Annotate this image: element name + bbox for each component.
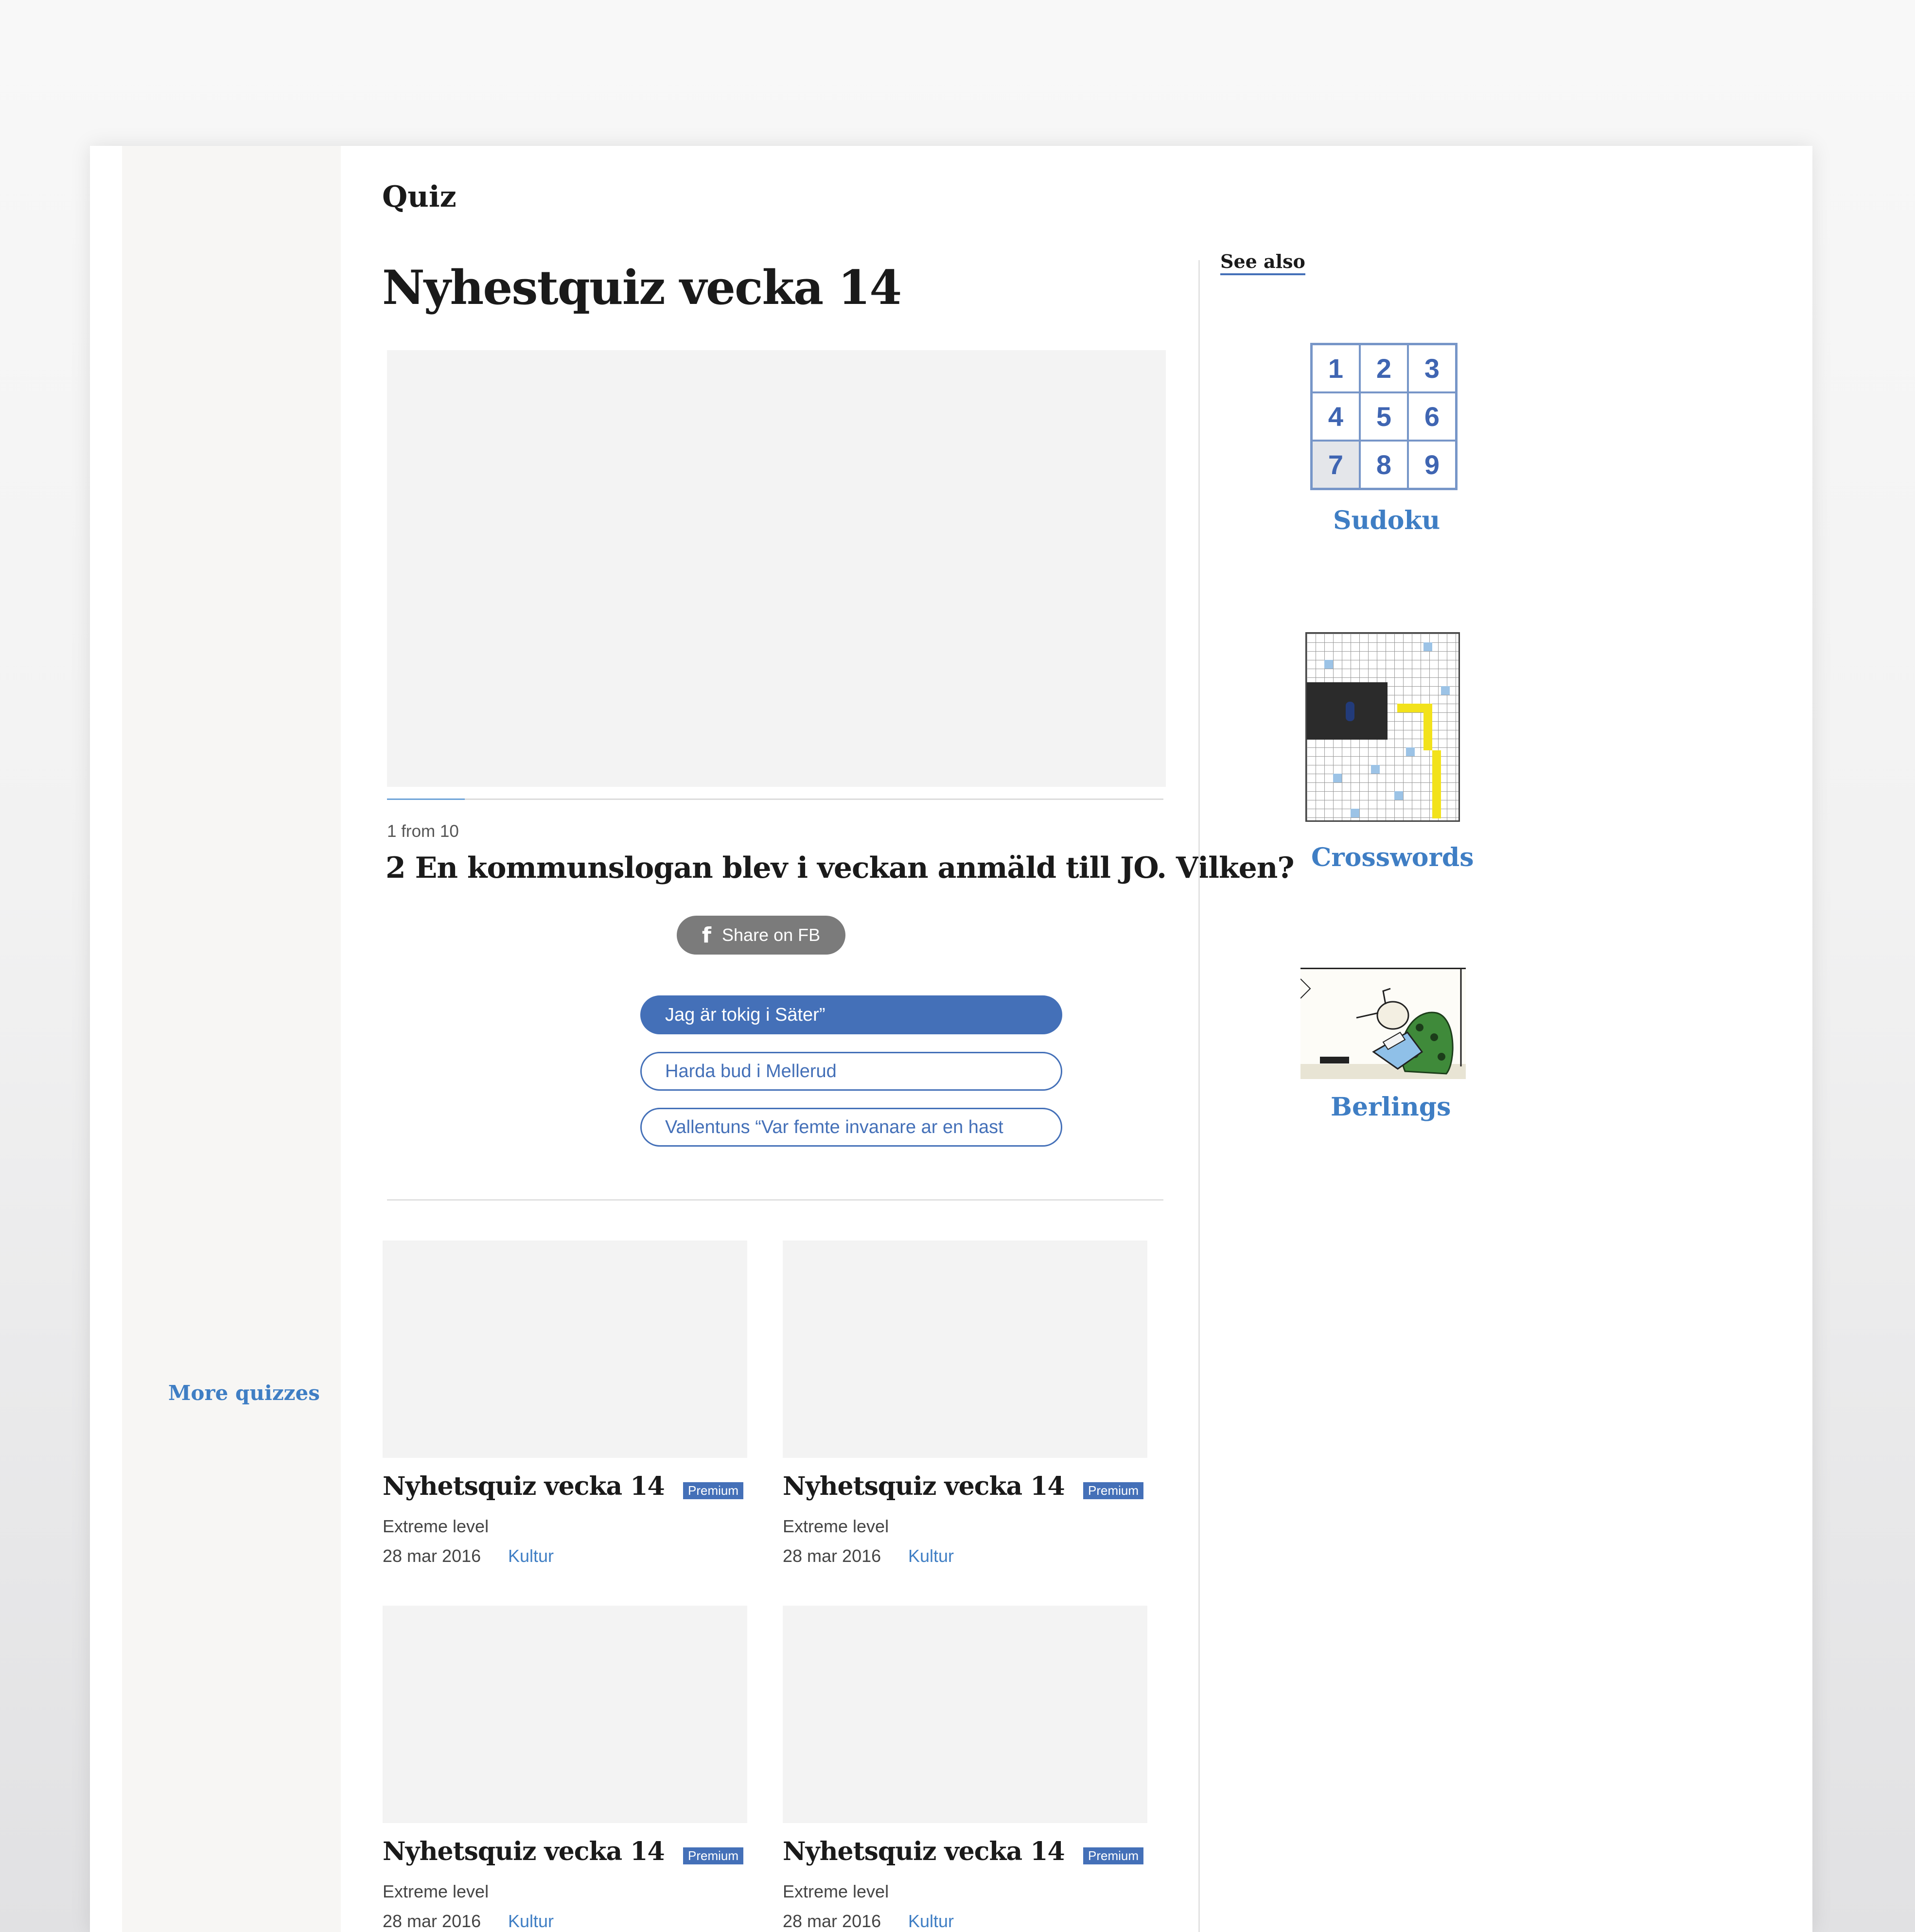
crossword-block — [1394, 791, 1403, 800]
more-quizzes-link[interactable]: More quizzes — [168, 1381, 320, 1405]
quiz-question: 2 En kommunslogan blev i veckan anmäld t… — [386, 851, 1295, 885]
quiz-card-thumbnail — [783, 1241, 1147, 1458]
sudoku-cell: 4 — [1312, 392, 1360, 441]
see-also-heading: See also — [1220, 250, 1305, 275]
sudoku-cell: 5 — [1360, 392, 1408, 441]
page-frame: More quizzes Quiz Nyhestquiz vecka 14 1 … — [90, 146, 1812, 1932]
quiz-card-category[interactable]: Kultur — [908, 1546, 954, 1566]
quiz-card-thumbnail — [383, 1241, 747, 1458]
sudoku-cell: 1 — [1312, 344, 1360, 392]
crossword-block — [1351, 809, 1359, 817]
answer-option-3[interactable]: Vallentuns “Var femte invanare ar en has… — [640, 1108, 1062, 1147]
section-title: Quiz — [382, 180, 457, 214]
sudoku-cell: 7 — [1312, 441, 1360, 489]
share-label: Share on FB — [722, 925, 821, 945]
quiz-progress-text: 1 from 10 — [387, 822, 459, 841]
quiz-card-title: Nyhetsquiz vecka 14 — [783, 1471, 1065, 1501]
crossword-thumbnail[interactable] — [1305, 632, 1460, 822]
berlings-comic-illustration — [1300, 969, 1466, 1079]
quiz-title: Nyhestquiz vecka 14 — [382, 260, 902, 315]
left-rail: More quizzes — [122, 146, 341, 1932]
sudoku-cell: 3 — [1408, 344, 1456, 392]
quiz-card-category[interactable]: Kultur — [508, 1546, 554, 1566]
quiz-card-title: Nyhetsquiz vecka 14 — [383, 1837, 665, 1866]
answer-option-1[interactable]: Jag är tokig i Säter” — [640, 995, 1062, 1034]
quiz-card-level: Extreme level — [383, 1881, 489, 1901]
quiz-card-level: Extreme level — [783, 1516, 889, 1536]
quiz-card-category[interactable]: Kultur — [908, 1911, 954, 1932]
berlings-comic-thumbnail[interactable] — [1300, 968, 1466, 1079]
quiz-card[interactable]: Nyhetsquiz vecka 14 Premium Extreme leve… — [783, 1241, 1147, 1591]
sudoku-cell: 6 — [1408, 392, 1456, 441]
crossword-highlight — [1432, 750, 1441, 818]
quiz-card-category[interactable]: Kultur — [508, 1911, 554, 1932]
sudoku-cell: 2 — [1360, 344, 1408, 392]
column-divider — [1198, 260, 1200, 1932]
quiz-card-title: Nyhetsquiz vecka 14 — [383, 1471, 665, 1501]
section-divider — [387, 1199, 1163, 1201]
crossword-block — [1423, 642, 1432, 651]
share-on-fb-button[interactable]: f Share on FB — [677, 916, 845, 955]
sudoku-cell: 9 — [1408, 441, 1456, 489]
quiz-card-date: 28 mar 2016 — [783, 1546, 881, 1566]
quiz-card-level: Extreme level — [783, 1881, 889, 1901]
quiz-card-title: Nyhetsquiz vecka 14 — [783, 1837, 1065, 1866]
crossword-block — [1324, 660, 1333, 669]
quiz-card-thumbnail — [783, 1606, 1147, 1823]
crossword-photo-figure — [1346, 702, 1354, 721]
crosswords-link[interactable]: Crosswords — [1311, 843, 1474, 872]
crossword-block — [1406, 747, 1415, 756]
sudoku-thumbnail[interactable]: 1 2 3 4 5 6 7 8 9 — [1310, 343, 1458, 490]
facebook-icon: f — [702, 922, 712, 948]
sudoku-link[interactable]: Sudoku — [1333, 506, 1440, 535]
quiz-card-date: 28 mar 2016 — [783, 1911, 881, 1931]
answer-option-2[interactable]: Harda bud i Mellerud — [640, 1052, 1062, 1091]
sudoku-cell: 8 — [1360, 441, 1408, 489]
answer-label: Vallentuns “Var femte invanare ar en has… — [665, 1117, 1003, 1137]
quiz-card-level: Extreme level — [383, 1516, 489, 1536]
quiz-card[interactable]: Nyhetsquiz vecka 14 Premium Extreme leve… — [383, 1241, 747, 1591]
crossword-highlight — [1423, 704, 1432, 750]
quiz-progress-bar — [387, 798, 1163, 800]
quiz-progress-fill — [387, 798, 465, 800]
berlings-link[interactable]: Berlings — [1331, 1092, 1451, 1122]
premium-badge: Premium — [1083, 1847, 1143, 1864]
premium-badge: Premium — [683, 1482, 743, 1499]
quiz-card-date: 28 mar 2016 — [383, 1546, 481, 1566]
quiz-card[interactable]: Nyhetsquiz vecka 14 Premium Extreme leve… — [383, 1606, 747, 1932]
premium-badge: Premium — [1083, 1482, 1143, 1499]
crossword-block — [1441, 686, 1450, 695]
quiz-card[interactable]: Nyhetsquiz vecka 14 Premium Extreme leve… — [783, 1606, 1147, 1932]
quiz-card-thumbnail — [383, 1606, 747, 1823]
quiz-card-date: 28 mar 2016 — [383, 1911, 481, 1931]
crossword-block — [1333, 774, 1342, 782]
answer-label: Harda bud i Mellerud — [665, 1061, 837, 1081]
crossword-photo — [1307, 682, 1388, 740]
quiz-hero-image — [387, 350, 1166, 787]
answer-label: Jag är tokig i Säter” — [665, 1004, 826, 1025]
premium-badge: Premium — [683, 1847, 743, 1864]
crossword-block — [1371, 765, 1380, 774]
